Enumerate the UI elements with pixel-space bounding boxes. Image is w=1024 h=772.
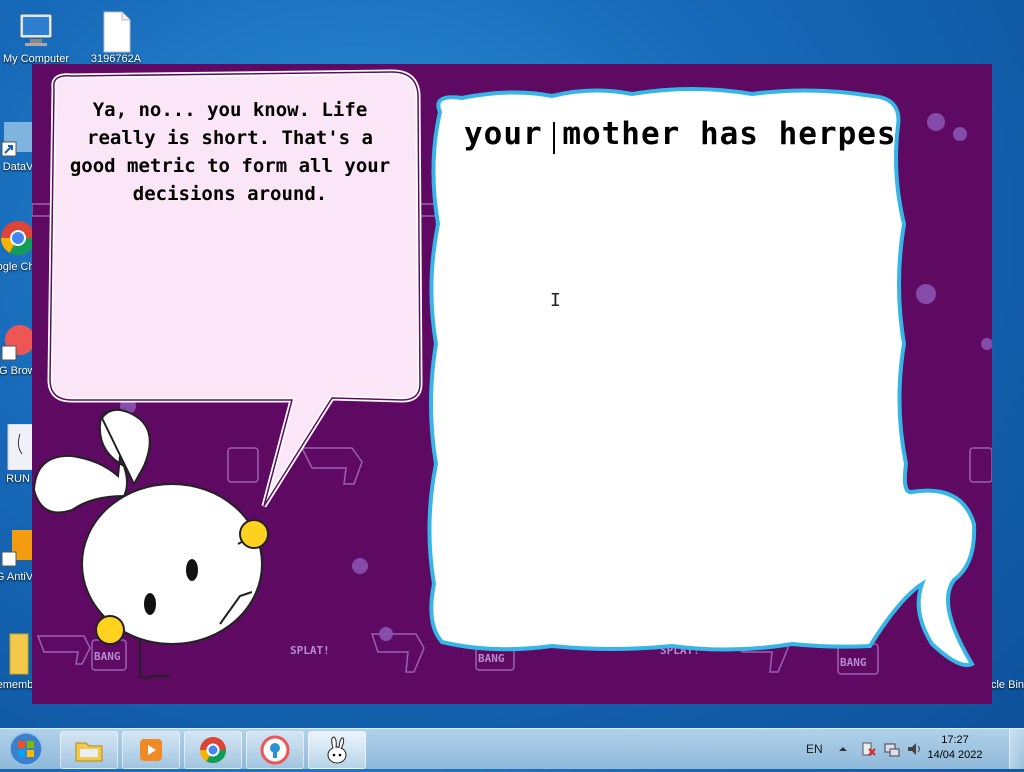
clock-time: 17:27 xyxy=(941,734,969,746)
start-button[interactable] xyxy=(4,731,48,767)
stamp-bang: BANG xyxy=(840,656,867,669)
text-caret xyxy=(553,122,555,154)
action-center-icon[interactable] xyxy=(860,729,876,769)
stamp-splat: SPLAT! xyxy=(290,644,330,657)
desktop-icon-my-computer[interactable]: My Computer xyxy=(0,10,72,65)
stamp-bang: BANG xyxy=(478,652,505,665)
bunny-character xyxy=(32,408,269,679)
bunny-chat-window: BANG SPLAT! BANG SPLAT! BANG Ya, no... y… xyxy=(32,64,992,704)
taskbar-bunny-app-button[interactable] xyxy=(308,731,366,769)
taskbar: EN 17:27 14/04 2022 xyxy=(0,728,1024,769)
ibeam-cursor-icon: I xyxy=(550,290,561,311)
document-icon xyxy=(96,10,136,53)
show-hidden-icons-button[interactable] xyxy=(838,729,848,769)
avg-browser-icon xyxy=(260,735,290,765)
language-indicator[interactable]: EN xyxy=(806,729,823,769)
taskbar-media-player-button[interactable] xyxy=(122,731,180,769)
taskbar-chrome-button[interactable] xyxy=(184,731,242,769)
reply-box xyxy=(427,87,977,667)
file-explorer-icon xyxy=(75,742,103,762)
media-player-icon xyxy=(140,739,162,761)
reply-input[interactable]: your mother has herpes xyxy=(464,116,904,152)
bunny-app-icon xyxy=(327,736,347,764)
stamp-bang: BANG xyxy=(94,650,121,663)
desktop-icon-file[interactable]: 3196762A xyxy=(80,10,152,65)
system-clock[interactable]: 17:27 14/04 2022 xyxy=(920,733,990,763)
clock-date: 14/04 2022 xyxy=(927,749,983,761)
computer-icon xyxy=(16,10,56,50)
taskbar-explorer-button[interactable] xyxy=(60,731,118,769)
windows-logo-icon xyxy=(9,732,43,766)
chrome-icon xyxy=(199,737,227,764)
taskbar-avg-browser-button[interactable] xyxy=(246,731,304,769)
chevron-up-icon xyxy=(839,747,847,751)
network-icon[interactable] xyxy=(884,729,900,769)
speech-bubble-text: Ya, no... you know. Life really is short… xyxy=(69,99,391,205)
show-desktop-button[interactable] xyxy=(1009,729,1024,769)
